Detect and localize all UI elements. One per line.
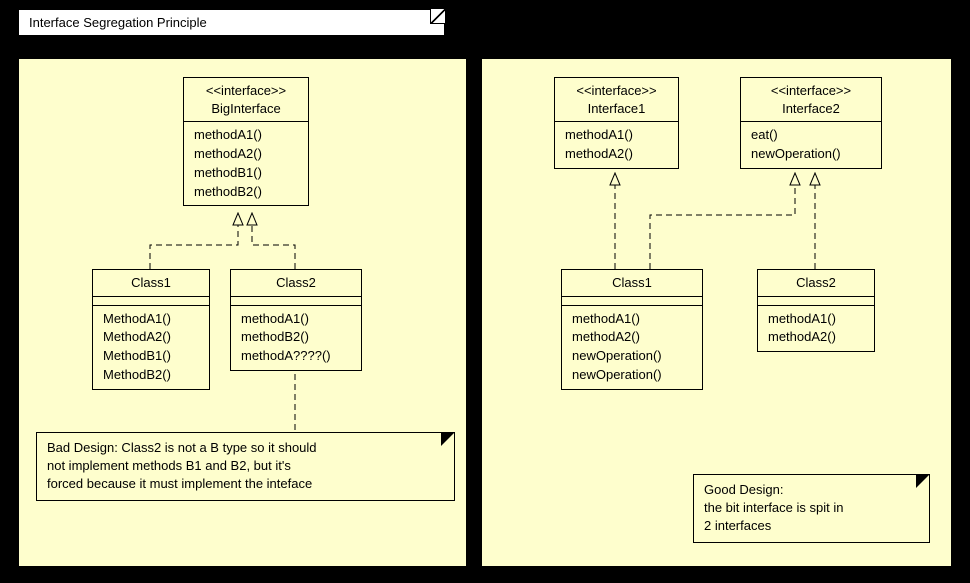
class-left-class1: Class1 MethodA1() MethodA2() MethodB1() … — [92, 269, 210, 390]
note-line: forced because it must implement the int… — [47, 475, 444, 493]
note-line: 2 interfaces — [704, 517, 919, 535]
class-name: Class2 — [241, 274, 351, 292]
class-name: Class1 — [103, 274, 199, 292]
method: methodA1() — [565, 126, 668, 145]
method: newOperation() — [572, 366, 692, 385]
class-biginterface: <<interface>> BigInterface methodA1() me… — [183, 77, 309, 206]
note-line: the bit interface is spit in — [704, 499, 919, 517]
method: methodB2() — [241, 328, 351, 347]
methods-compartment: methodA1() methodA2() newOperation() new… — [562, 306, 702, 389]
method: MethodB1() — [103, 347, 199, 366]
class-interface2: <<interface>> Interface2 eat() newOperat… — [740, 77, 882, 169]
method: eat() — [751, 126, 871, 145]
class-header: Class1 — [562, 270, 702, 297]
method: newOperation() — [751, 145, 871, 164]
method: methodA2() — [768, 328, 864, 347]
method: newOperation() — [572, 347, 692, 366]
stereotype-label: <<interface>> — [194, 82, 298, 100]
attributes-compartment — [231, 297, 361, 306]
methods-compartment: methodA1() methodB2() methodA????() — [231, 306, 361, 371]
class-name: Class1 — [572, 274, 692, 292]
methods-compartment: eat() newOperation() — [741, 122, 881, 168]
methods-compartment: MethodA1() MethodA2() MethodB1() MethodB… — [93, 306, 209, 389]
method: methodA2() — [194, 145, 298, 164]
note-line: Good Design: — [704, 481, 919, 499]
diagram-canvas: Interface Segregation Principle <<interf… — [0, 0, 970, 583]
method: MethodB2() — [103, 366, 199, 385]
method: methodA1() — [241, 310, 351, 329]
method: methodB1() — [194, 164, 298, 183]
attributes-compartment — [93, 297, 209, 306]
class-right-class1: Class1 methodA1() methodA2() newOperatio… — [561, 269, 703, 390]
class-interface1: <<interface>> Interface1 methodA1() meth… — [554, 77, 679, 169]
note-line: Bad Design: Class2 is not a B type so it… — [47, 439, 444, 457]
methods-compartment: methodA1() methodA2() — [758, 306, 874, 352]
class-header: <<interface>> Interface2 — [741, 78, 881, 122]
class-header: Class2 — [758, 270, 874, 297]
method: methodA1() — [768, 310, 864, 329]
title-text: Interface Segregation Principle — [29, 15, 207, 30]
method: MethodA2() — [103, 328, 199, 347]
method: methodA2() — [565, 145, 668, 164]
method: methodA1() — [572, 310, 692, 329]
attributes-compartment — [758, 297, 874, 306]
method: methodB2() — [194, 183, 298, 202]
class-header: Class1 — [93, 270, 209, 297]
method: methodA????() — [241, 347, 351, 366]
note-bad-design: Bad Design: Class2 is not a B type so it… — [36, 432, 455, 501]
class-left-class2: Class2 methodA1() methodB2() methodA????… — [230, 269, 362, 371]
diagram-title: Interface Segregation Principle — [18, 9, 445, 36]
note-good-design: Good Design: the bit interface is spit i… — [693, 474, 930, 543]
class-name: Class2 — [768, 274, 864, 292]
class-right-class2: Class2 methodA1() methodA2() — [757, 269, 875, 352]
methods-compartment: methodA1() methodA2() methodB1() methodB… — [184, 122, 308, 205]
class-header: <<interface>> BigInterface — [184, 78, 308, 122]
methods-compartment: methodA1() methodA2() — [555, 122, 678, 168]
class-header: Class2 — [231, 270, 361, 297]
method: methodA1() — [194, 126, 298, 145]
class-name: Interface1 — [565, 100, 668, 118]
method: MethodA1() — [103, 310, 199, 329]
stereotype-label: <<interface>> — [751, 82, 871, 100]
note-line: not implement methods B1 and B2, but it'… — [47, 457, 444, 475]
method: methodA2() — [572, 328, 692, 347]
class-name: Interface2 — [751, 100, 871, 118]
class-header: <<interface>> Interface1 — [555, 78, 678, 122]
attributes-compartment — [562, 297, 702, 306]
class-name: BigInterface — [194, 100, 298, 118]
stereotype-label: <<interface>> — [565, 82, 668, 100]
